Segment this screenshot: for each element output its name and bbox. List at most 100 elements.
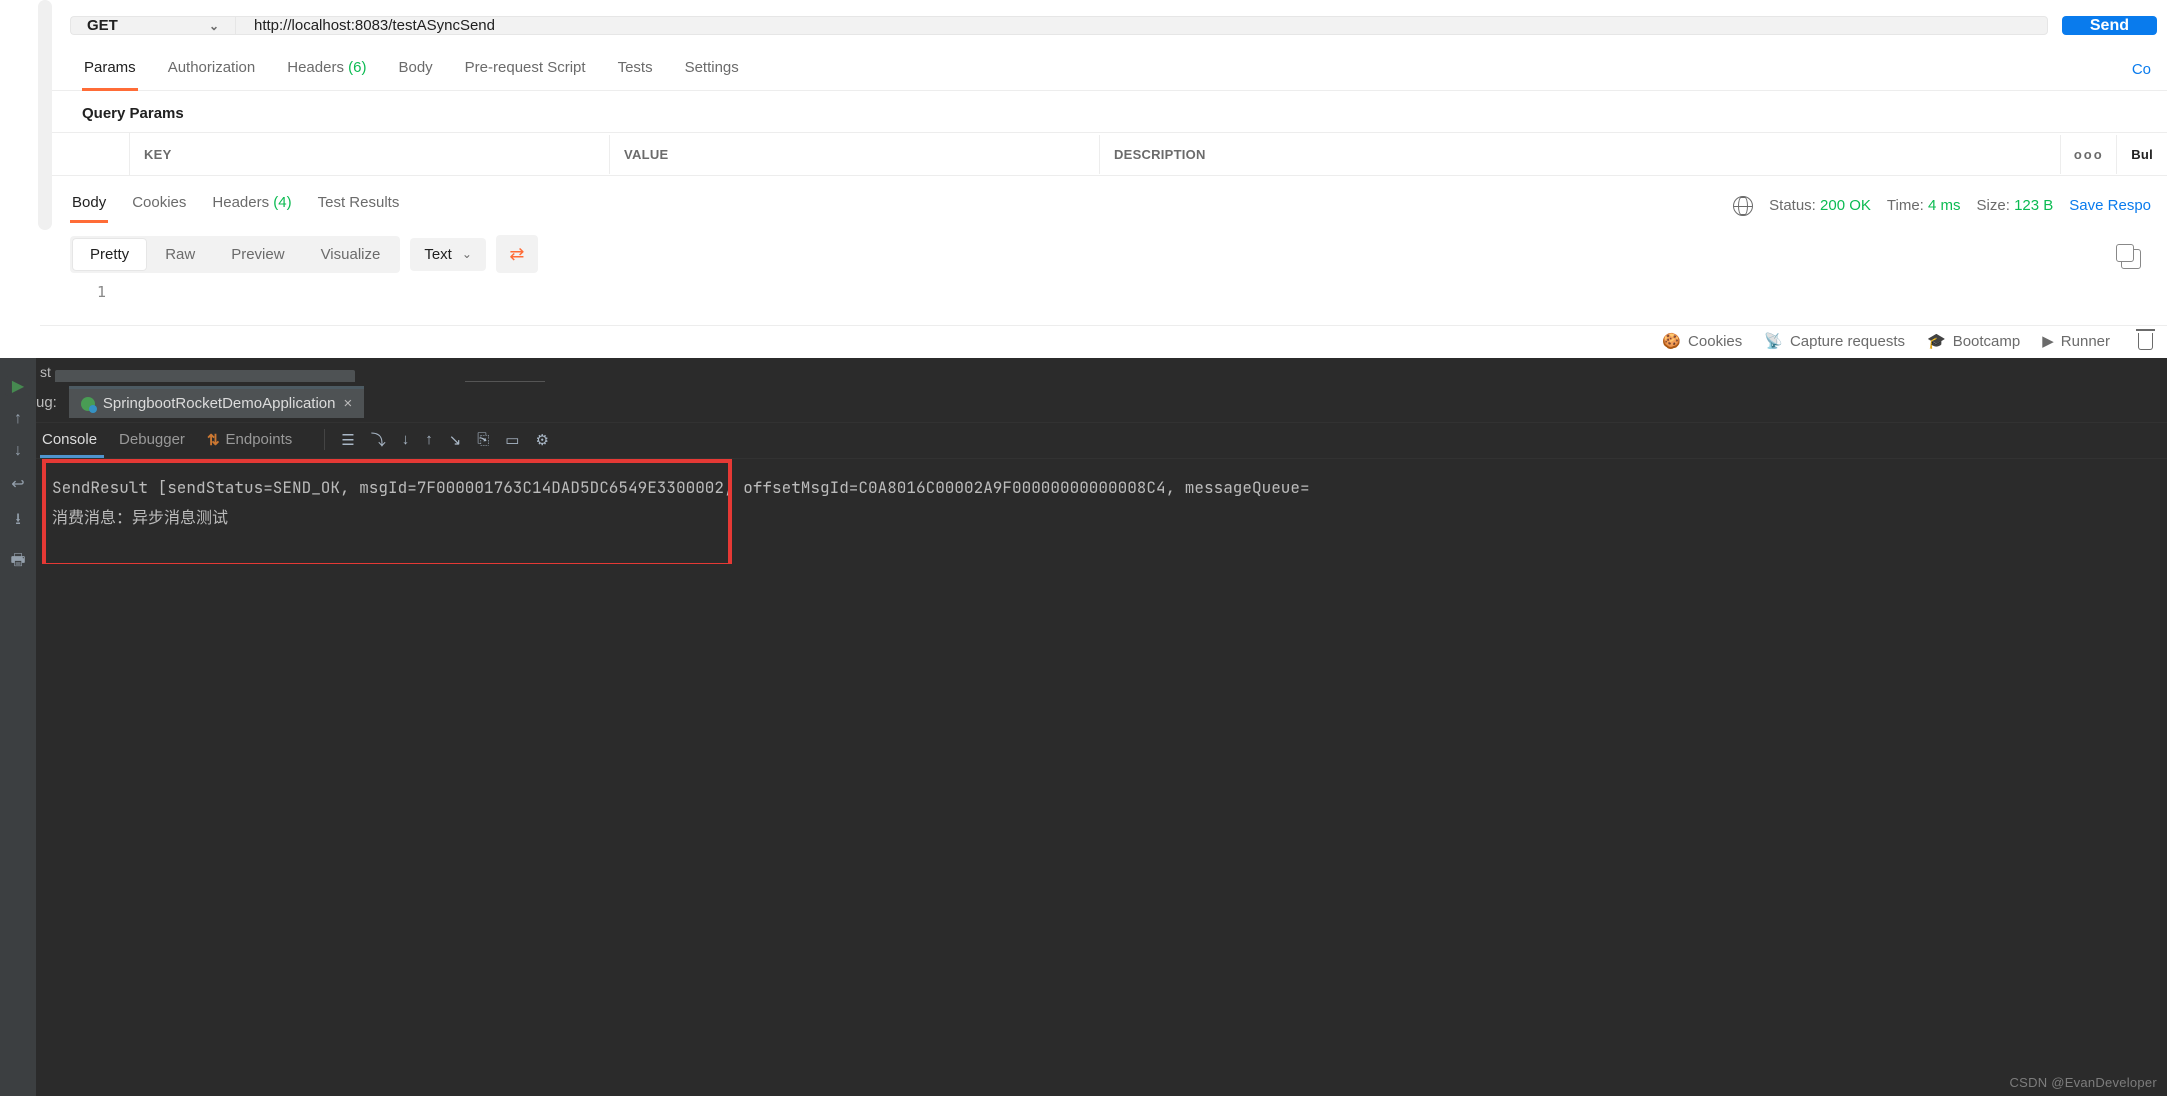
sb-cookies[interactable]: 🍪 Cookies — [1662, 332, 1742, 350]
filter-icon[interactable]: ☰ — [341, 431, 354, 449]
label: Bootcamp — [1953, 333, 2021, 350]
console-output[interactable]: SendResult [sendStatus=SEND_OK, msgId=7F… — [36, 459, 2167, 564]
globe-icon[interactable] — [1733, 196, 1753, 216]
label: Status: — [1769, 197, 1816, 214]
tab-label: Test Results — [318, 194, 400, 211]
view-raw[interactable]: Raw — [147, 238, 213, 271]
sb-bootcamp[interactable]: 🎓 Bootcamp — [1927, 332, 2020, 350]
scroll-indicator[interactable] — [38, 0, 52, 230]
sb-capture[interactable]: 📡 Capture requests — [1764, 332, 1905, 350]
chevron-down-icon: ⌄ — [209, 19, 219, 33]
headers-count: (4) — [273, 194, 291, 211]
tab-label: Authorization — [168, 59, 256, 76]
step-out-icon[interactable]: ↑ — [425, 431, 433, 448]
app-status-bar: 🍪 Cookies 📡 Capture requests 🎓 Bootcamp … — [40, 325, 2167, 358]
spring-boot-icon — [81, 397, 95, 411]
tab-tests[interactable]: Tests — [616, 49, 655, 90]
arrow-down-icon[interactable]: ↓ — [14, 442, 22, 460]
tab-label: Pre-request Script — [465, 59, 586, 76]
sb-runner[interactable]: ▶ Runner — [2042, 332, 2110, 350]
print-icon[interactable]: 🖶 — [10, 549, 25, 576]
resp-tab-body[interactable]: Body — [70, 188, 108, 223]
soft-wrap-icon[interactable]: ↩ — [11, 474, 24, 494]
send-button-label: Send — [2090, 17, 2129, 35]
content-type-select[interactable]: Text ⌄ — [410, 238, 486, 271]
time-value: 4 ms — [1928, 197, 1961, 214]
column-value: VALUE — [610, 135, 1100, 174]
debugger-tab[interactable]: Debugger — [119, 431, 185, 448]
console-tab[interactable]: Console — [42, 431, 97, 448]
response-tabs: Body Cookies Headers (4) Test Results St… — [40, 176, 2167, 223]
log-line: SendResult [sendStatus=SEND_OK, msgId=7F… — [52, 473, 2157, 503]
tab-label: Settings — [685, 59, 739, 76]
view-preview[interactable]: Preview — [213, 238, 302, 271]
column-key: KEY — [130, 135, 610, 174]
resp-tab-cookies[interactable]: Cookies — [130, 188, 188, 223]
ide-tool-window-tabs: st — [36, 358, 2167, 382]
tab-label: Headers — [212, 194, 269, 211]
copy-icon[interactable] — [2121, 249, 2141, 269]
resp-tab-headers[interactable]: Headers (4) — [210, 188, 293, 223]
response-meta: Status: 200 OK Time: 4 ms Size: 123 B Sa… — [1733, 196, 2157, 216]
truncated-tab-label[interactable]: st — [36, 364, 55, 382]
tab-settings[interactable]: Settings — [683, 49, 741, 90]
settings-icon[interactable]: ⚙ — [535, 431, 548, 449]
request-url-input[interactable]: http://localhost:8083/testASyncSend — [235, 16, 2048, 35]
debug-label: ug: — [36, 390, 59, 415]
watermark-text: CSDN @EvanDeveloper — [2010, 1075, 2157, 1090]
request-tabs: Params Authorization Headers (6) Body Pr… — [40, 45, 2167, 91]
tab-label: Console — [42, 431, 97, 448]
editor-tab-scrollbar[interactable] — [55, 370, 355, 382]
save-response-button[interactable]: Save Respo — [2069, 197, 2151, 214]
column-description: DESCRIPTION — [1100, 135, 2061, 174]
body-viewer-controls: Pretty Raw Preview Visualize Text ⌄ ⇄ — [40, 223, 2167, 279]
http-method-select[interactable]: GET ⌄ — [70, 16, 235, 35]
request-url-value: http://localhost:8083/testASyncSend — [254, 17, 495, 34]
tab-body[interactable]: Body — [396, 49, 434, 90]
status-label: Status: 200 OK — [1769, 197, 1871, 214]
scroll-to-end-icon[interactable]: ⭳ — [15, 508, 21, 535]
tab-label: Endpoints — [226, 431, 293, 448]
wrap-lines-button[interactable]: ⇄ — [496, 235, 538, 273]
label: Runner — [2061, 333, 2110, 350]
run-configuration-tab[interactable]: SpringbootRocketDemoApplication × — [69, 386, 364, 418]
view-pretty[interactable]: Pretty — [72, 238, 147, 271]
run-to-cursor-icon[interactable]: ↘ — [449, 431, 462, 449]
tab-prerequest[interactable]: Pre-request Script — [463, 49, 588, 90]
size-label: Size: 123 B — [1977, 197, 2054, 214]
resp-tab-testresults[interactable]: Test Results — [316, 188, 402, 223]
ide-panel: ▶ ↑ ↓ ↩ ⭳ 🖶 st ug: SpringbootRocketDemoA… — [0, 358, 2167, 1096]
size-value: 123 B — [2014, 197, 2053, 214]
evaluate-icon[interactable]: ⎘ — [477, 431, 489, 448]
http-method-label: GET — [87, 17, 118, 34]
query-params-title: Query Params — [40, 91, 2167, 132]
endpoints-icon: ⇅ — [207, 431, 220, 449]
params-table-header: KEY VALUE DESCRIPTION ooo Bul — [40, 132, 2167, 176]
tab-authorization[interactable]: Authorization — [166, 49, 258, 90]
label: Cookies — [1688, 333, 1742, 350]
tab-params[interactable]: Params — [82, 49, 138, 90]
trash-icon[interactable] — [2138, 333, 2153, 350]
tab-label: Cookies — [132, 194, 186, 211]
status-value: 200 OK — [1820, 197, 1871, 214]
layout-icon[interactable]: ▭ — [505, 431, 519, 449]
step-over-icon[interactable]: ⤵ — [371, 429, 386, 450]
bulk-edit-button[interactable]: Bul — [2117, 135, 2167, 174]
view-visualize[interactable]: Visualize — [303, 238, 399, 271]
debug-tool-tabs: Console Debugger ⇅Endpoints ☰ ⤵ ↓ ↑ ↘ ⎘ … — [36, 423, 2167, 459]
response-body-editor[interactable]: 1 — [40, 279, 2167, 325]
cookies-link[interactable]: Co — [2132, 61, 2157, 78]
request-builder-row: GET ⌄ http://localhost:8083/testASyncSen… — [40, 0, 2167, 45]
rerun-button[interactable]: ▶ — [5, 376, 31, 396]
close-icon[interactable]: × — [344, 395, 353, 412]
column-options-button[interactable]: ooo — [2061, 135, 2117, 174]
time-label: Time: 4 ms — [1887, 197, 1961, 214]
send-button[interactable]: Send — [2062, 16, 2157, 35]
arrow-up-icon[interactable]: ↑ — [14, 410, 22, 428]
tab-headers[interactable]: Headers (6) — [285, 49, 368, 90]
view-mode-group: Pretty Raw Preview Visualize — [70, 236, 400, 273]
step-into-icon[interactable]: ↓ — [402, 431, 410, 448]
endpoints-tab[interactable]: ⇅ Endpoints — [207, 431, 292, 449]
label: Size: — [1977, 197, 2010, 214]
editor-tab-fragment — [465, 370, 545, 382]
